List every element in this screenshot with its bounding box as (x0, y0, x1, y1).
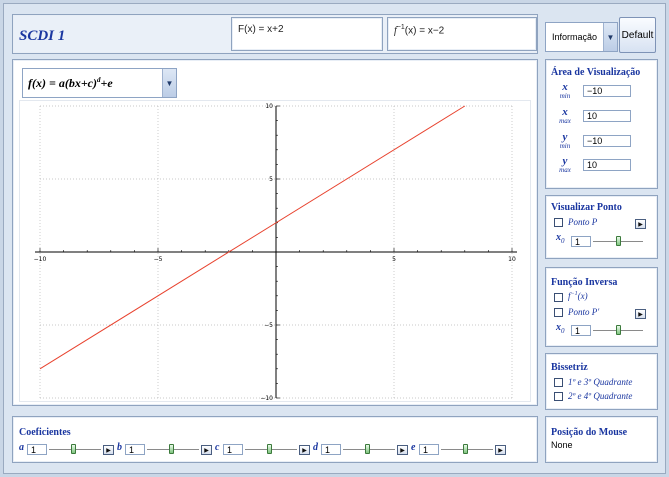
x-tick-label: 5 (392, 256, 396, 263)
range-label-y-max: y max (559, 155, 571, 175)
coef-b-label: b (117, 442, 122, 453)
bissetriz-1-3-label: 1º e 3º Quadrante (568, 377, 633, 387)
visualizar-ponto-panel: Visualizar Ponto Ponto P ▶ x0 1 (545, 195, 658, 259)
x-tick-label: 10 (508, 256, 516, 263)
coef-d-slider-thumb[interactable] (365, 444, 370, 454)
coef-d-input[interactable]: 1 (321, 444, 341, 455)
coef-c-input[interactable]: 1 (223, 444, 243, 455)
coef-e-slider-thumb[interactable] (463, 444, 468, 454)
function-display: F(x) = x+2 (231, 17, 383, 51)
inverse-exp: −1 (396, 24, 405, 31)
inverse-function-checkbox[interactable] (554, 293, 563, 302)
coef-b-slider-thumb[interactable] (169, 444, 174, 454)
coef-e-label: e (411, 442, 416, 453)
range-label-x-min: x min (559, 81, 571, 101)
x-tick-label: −10 (34, 256, 47, 263)
y-tick-label: 10 (265, 103, 273, 110)
inverse-function-display: f−1(x) = x−2 (387, 17, 537, 51)
app-window: SCDI 1 F(x) = x+2 f−1(x) = x−2 Informaçã… (3, 3, 666, 474)
coef-e-input[interactable]: 1 (419, 444, 439, 455)
coef-a-slider-thumb[interactable] (71, 444, 76, 454)
ponto-p-prime-checkbox[interactable] (554, 308, 563, 317)
coef-a-label: a (19, 442, 24, 453)
range-input-x-min[interactable]: −10 (583, 85, 631, 97)
chevron-down-icon[interactable]: ▼ (162, 69, 176, 97)
coef-c-slider-thumb[interactable] (267, 444, 272, 454)
bissetriz-2-4-label: 2º e 4º Quadrante (568, 391, 633, 401)
x-tick-label: −5 (154, 256, 163, 263)
x0-inverse-label: x0 (556, 322, 565, 335)
plot-area[interactable]: −10 −5 5 10 10 5 −5 −10 (19, 100, 531, 402)
ponto-p-checkbox[interactable] (554, 218, 563, 227)
range-input-x-max[interactable]: 10 (583, 110, 631, 122)
funcao-inversa-panel: Função Inversa f−1(x) Ponto P' ▶ x0 1 (545, 267, 658, 347)
inverse-function-label: f−1(x) (568, 291, 588, 301)
info-select-value: Informação (552, 32, 598, 42)
x0-label: x0 (556, 232, 565, 245)
funcao-inversa-title: Função Inversa (551, 277, 618, 288)
chevron-down-icon[interactable]: ▼ (603, 23, 617, 51)
area-visualizacao-title: Área de Visualização (551, 67, 641, 78)
coef-a-input[interactable]: 1 (27, 444, 47, 455)
bissetriz-panel: Bissetriz 1º e 3º Quadrante 2º e 4º Quad… (545, 353, 658, 410)
x0-input[interactable]: 1 (571, 236, 591, 247)
x0-slider-thumb[interactable] (616, 236, 621, 246)
y-tick-label: −5 (264, 322, 273, 329)
y-tick-label: −10 (260, 395, 273, 402)
function-rhs-end: +e (100, 75, 113, 90)
visualizar-ponto-title: Visualizar Ponto (551, 202, 622, 213)
coef-d-label: d (313, 442, 318, 453)
x0-inverse-input[interactable]: 1 (571, 325, 591, 336)
function-text: F(x) = x+2 (238, 24, 284, 35)
header-panel: SCDI 1 F(x) = x+2 f−1(x) = x−2 (12, 14, 538, 54)
info-select[interactable]: Informação ▼ (545, 22, 618, 52)
function-type-value: f(x) = a(bx+c)d+e (23, 76, 113, 91)
app-title: SCDI 1 (19, 28, 66, 44)
range-label-y-min: y min (559, 131, 571, 151)
coef-c-label: c (215, 442, 220, 453)
graph-panel: f(x) = a(bx+c)d+e ▼ −10 −5 5 10 10 5 −5 −10 (12, 59, 538, 406)
play-icon[interactable]: ▶ (495, 445, 506, 455)
inverse-rest: (x) = x−2 (404, 25, 445, 37)
function-rhs: = a(bx+c) (46, 75, 97, 90)
play-icon[interactable]: ▶ (201, 445, 212, 455)
default-button[interactable]: Default (619, 17, 656, 53)
function-plot[interactable]: −10 −5 5 10 10 5 −5 −10 (20, 101, 532, 403)
area-visualizacao-panel: Área de Visualização x min −10 x max 10 y min −1… (545, 59, 658, 189)
range-input-y-min[interactable]: −10 (583, 135, 631, 147)
function-line (39, 105, 466, 370)
play-icon[interactable]: ▶ (635, 219, 646, 229)
bissetriz-title: Bissetriz (551, 362, 588, 373)
posicao-mouse-panel: Posição do Mouse None (545, 416, 658, 463)
coeficientes-title: Coeficientes (19, 427, 71, 438)
mouse-position-value: None (551, 440, 573, 450)
range-input-y-max[interactable]: 10 (583, 159, 631, 171)
posicao-mouse-title: Posição do Mouse (551, 427, 628, 438)
ponto-p-label: Ponto P (568, 217, 598, 227)
y-tick-label: 5 (269, 176, 273, 183)
coef-b-input[interactable]: 1 (125, 444, 145, 455)
play-icon[interactable]: ▶ (299, 445, 310, 455)
play-icon[interactable]: ▶ (397, 445, 408, 455)
bissetriz-1-3-checkbox[interactable] (554, 378, 563, 387)
x0-inverse-slider-thumb[interactable] (616, 325, 621, 335)
bissetriz-2-4-checkbox[interactable] (554, 392, 563, 401)
function-lhs: f(x) (28, 75, 46, 90)
range-label-x-max: x max (559, 106, 571, 126)
ponto-p-prime-label: Ponto P' (568, 307, 600, 317)
function-type-select[interactable]: f(x) = a(bx+c)d+e ▼ (22, 68, 177, 98)
play-icon[interactable]: ▶ (635, 309, 646, 319)
coeficientes-panel: Coeficientes a 1 ▶ b 1 ▶ c 1 ▶ d 1 ▶ e 1 ▶ (12, 416, 538, 463)
play-icon[interactable]: ▶ (103, 445, 114, 455)
